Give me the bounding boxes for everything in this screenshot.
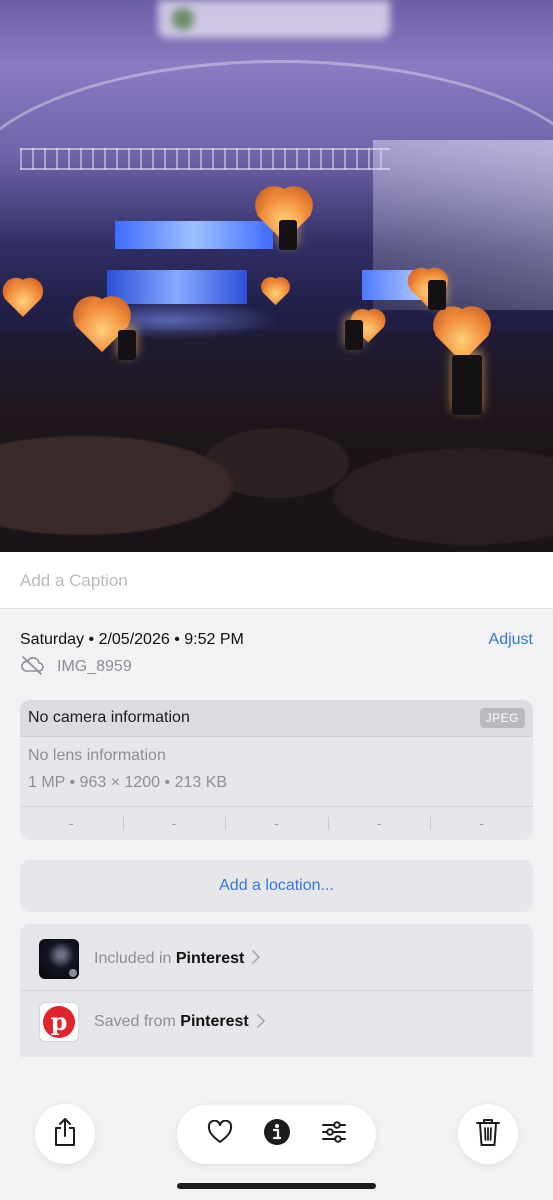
separator: • [88,631,95,648]
delete-button[interactable] [458,1104,518,1164]
heart-icon [207,1119,233,1149]
adjust-button[interactable]: Adjust [489,631,533,649]
included-label: Included in Pinterest [94,950,244,968]
heart-lightstick [260,279,295,307]
caption-field[interactable]: Add a Caption [0,552,553,609]
chevron-right-icon [256,1013,265,1031]
cloud-slash-icon [20,655,45,680]
camera-info-card: No camera information JPEG No lens infor… [20,700,533,840]
pinterest-logo-icon: p [43,1006,75,1038]
camera-title: No camera information [28,709,190,726]
exif-cells: - - - - - [20,807,533,840]
separator: • [174,631,180,648]
heart-lightstick [1,280,50,319]
included-in-row[interactable]: Included in Pinterest [20,927,533,990]
album-thumbnail [39,938,79,979]
time: 9:52 PM [184,631,244,648]
lens-info: No lens information [28,747,166,764]
saved-from-row[interactable]: p Saved from Pinterest [20,990,533,1053]
saved-label: Saved from Pinterest [94,1013,249,1031]
exif-cell: - [225,807,328,840]
saved-name: Pinterest [180,1013,249,1030]
led-screen [115,221,273,249]
file-row: IMG_8959 [20,655,132,680]
blurred-overlay [158,0,390,38]
sliders-icon [321,1120,347,1149]
lighting-truss [20,148,390,170]
share-button[interactable] [35,1104,95,1164]
image-specs: 1 MP • 963 × 1200 • 213 KB [28,774,228,791]
led-screen [107,270,247,304]
exif-cell: - [68,815,74,831]
date-time: Saturday • 2/05/2026 • 9:52 PM [20,631,244,649]
favorite-button[interactable] [198,1113,242,1157]
caption-placeholder: Add a Caption [20,571,128,590]
exif-cell: - [430,807,533,840]
format-badge: JPEG [479,708,525,728]
file-name: IMG_8959 [57,658,132,675]
exif-cell: - [327,807,431,840]
saved-prefix: Saved from [94,1013,176,1030]
chevron-right-icon [252,950,261,967]
phone [279,220,297,250]
included-name: Pinterest [175,949,245,967]
share-icon [52,1117,78,1152]
action-pill [177,1105,376,1164]
add-location-button[interactable]: Add a location... [20,860,533,912]
exif-cell: - [122,807,226,840]
phone [118,330,136,360]
info-button[interactable] [255,1113,299,1157]
phone [452,355,482,415]
trash-icon [475,1117,501,1152]
included-prefix: Included in [94,949,172,967]
day: Saturday [20,631,85,648]
home-indicator[interactable] [177,1183,376,1189]
photo-preview[interactable] [0,0,553,552]
phone [428,280,446,310]
info-icon [263,1118,291,1151]
phone [345,320,363,350]
edit-button[interactable] [312,1113,356,1157]
camera-header: No camera information JPEG [20,700,533,737]
date: 2/05/2026 [98,631,170,648]
pinterest-thumbnail: p [39,1002,79,1042]
source-list: Included in Pinterest p Saved from Pinte… [20,924,533,1057]
